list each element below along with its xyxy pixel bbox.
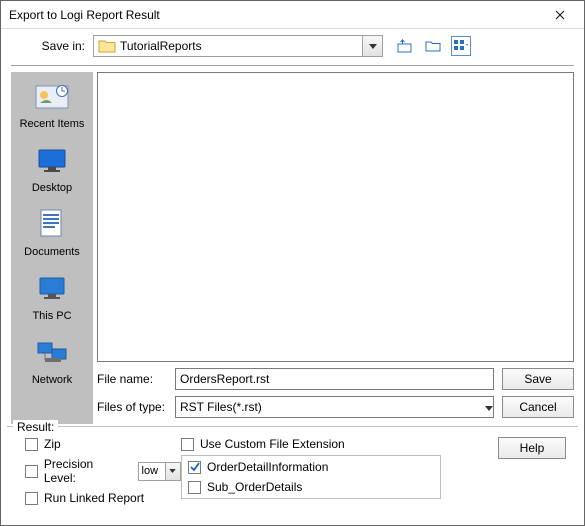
chevron-down-icon[interactable] bbox=[165, 463, 180, 480]
new-folder-button[interactable] bbox=[423, 36, 443, 56]
result-group: Result: Zip Precision Level: low Run Lin… bbox=[7, 426, 578, 507]
zip-checkbox[interactable]: Zip bbox=[25, 437, 181, 451]
report-suborderdetails-checkbox[interactable]: Sub_OrderDetails bbox=[188, 480, 434, 494]
checkbox-icon bbox=[181, 438, 194, 451]
run-linked-checkbox[interactable]: Run Linked Report bbox=[25, 491, 181, 505]
file-list[interactable] bbox=[97, 72, 574, 362]
file-type-combo[interactable]: RST Files(*.rst) bbox=[175, 396, 494, 418]
precision-label: Precision Level: bbox=[44, 457, 128, 485]
this-pc-icon bbox=[34, 272, 70, 306]
run-linked-label: Run Linked Report bbox=[44, 491, 144, 505]
sidebar-item-network[interactable]: Network bbox=[15, 332, 89, 388]
checkbox-icon bbox=[25, 438, 38, 451]
save-in-combo[interactable]: TutorialReports bbox=[93, 35, 383, 57]
save-in-label: Save in: bbox=[11, 39, 93, 53]
close-button[interactable] bbox=[542, 4, 578, 26]
sidebar-item-label: Desktop bbox=[32, 182, 72, 194]
sidebar-item-label: Recent Items bbox=[20, 118, 85, 130]
file-type-label: Files of type: bbox=[97, 400, 175, 414]
precision-combo[interactable]: low bbox=[138, 462, 181, 481]
network-icon bbox=[34, 336, 70, 370]
sidebar-item-documents[interactable]: Documents bbox=[15, 204, 89, 260]
window-titlebar: Export to Logi Report Result bbox=[1, 1, 584, 29]
recent-icon bbox=[34, 80, 70, 114]
sidebar-item-recent[interactable]: Recent Items bbox=[15, 76, 89, 132]
places-sidebar: Recent Items Desktop Docume bbox=[11, 72, 93, 424]
file-name-value: OrdersReport.rst bbox=[180, 372, 489, 386]
sidebar-item-desktop[interactable]: Desktop bbox=[15, 140, 89, 196]
checkbox-icon bbox=[25, 492, 38, 505]
window-title: Export to Logi Report Result bbox=[9, 8, 542, 22]
sidebar-item-thispc[interactable]: This PC bbox=[15, 268, 89, 324]
file-name-label: File name: bbox=[97, 372, 175, 386]
precision-value: low bbox=[139, 465, 165, 477]
desktop-icon bbox=[34, 144, 70, 178]
chevron-down-icon[interactable] bbox=[485, 400, 493, 414]
documents-icon bbox=[34, 208, 70, 242]
report-2-label: Sub_OrderDetails bbox=[207, 480, 302, 494]
file-type-value: RST Files(*.rst) bbox=[180, 400, 485, 414]
sidebar-item-label: This PC bbox=[32, 310, 71, 322]
divider bbox=[11, 65, 574, 66]
zip-label: Zip bbox=[44, 437, 61, 451]
result-legend: Result: bbox=[13, 420, 58, 434]
save-button[interactable]: Save bbox=[502, 368, 574, 390]
checkbox-icon bbox=[188, 461, 201, 474]
chevron-down-icon[interactable] bbox=[362, 36, 382, 56]
report-1-label: OrderDetailInformation bbox=[207, 460, 328, 474]
cancel-button[interactable]: Cancel bbox=[502, 396, 574, 418]
use-custom-ext-label: Use Custom File Extension bbox=[200, 437, 345, 451]
precision-checkbox[interactable] bbox=[25, 465, 38, 478]
view-menu-button[interactable] bbox=[451, 36, 471, 56]
sidebar-item-label: Documents bbox=[24, 246, 80, 258]
folder-icon bbox=[98, 38, 116, 54]
report-orderdetailinformation-checkbox[interactable]: OrderDetailInformation bbox=[188, 460, 434, 474]
save-in-value: TutorialReports bbox=[120, 39, 362, 53]
precision-row: Precision Level: low bbox=[25, 457, 181, 485]
up-one-level-button[interactable] bbox=[395, 36, 415, 56]
save-in-row: Save in: TutorialReports bbox=[1, 29, 584, 61]
file-name-input[interactable]: OrdersReport.rst bbox=[175, 368, 494, 390]
checkbox-icon bbox=[188, 481, 201, 494]
use-custom-ext-checkbox[interactable]: Use Custom File Extension bbox=[181, 437, 492, 451]
sidebar-item-label: Network bbox=[32, 374, 72, 386]
help-button[interactable]: Help bbox=[498, 437, 566, 459]
